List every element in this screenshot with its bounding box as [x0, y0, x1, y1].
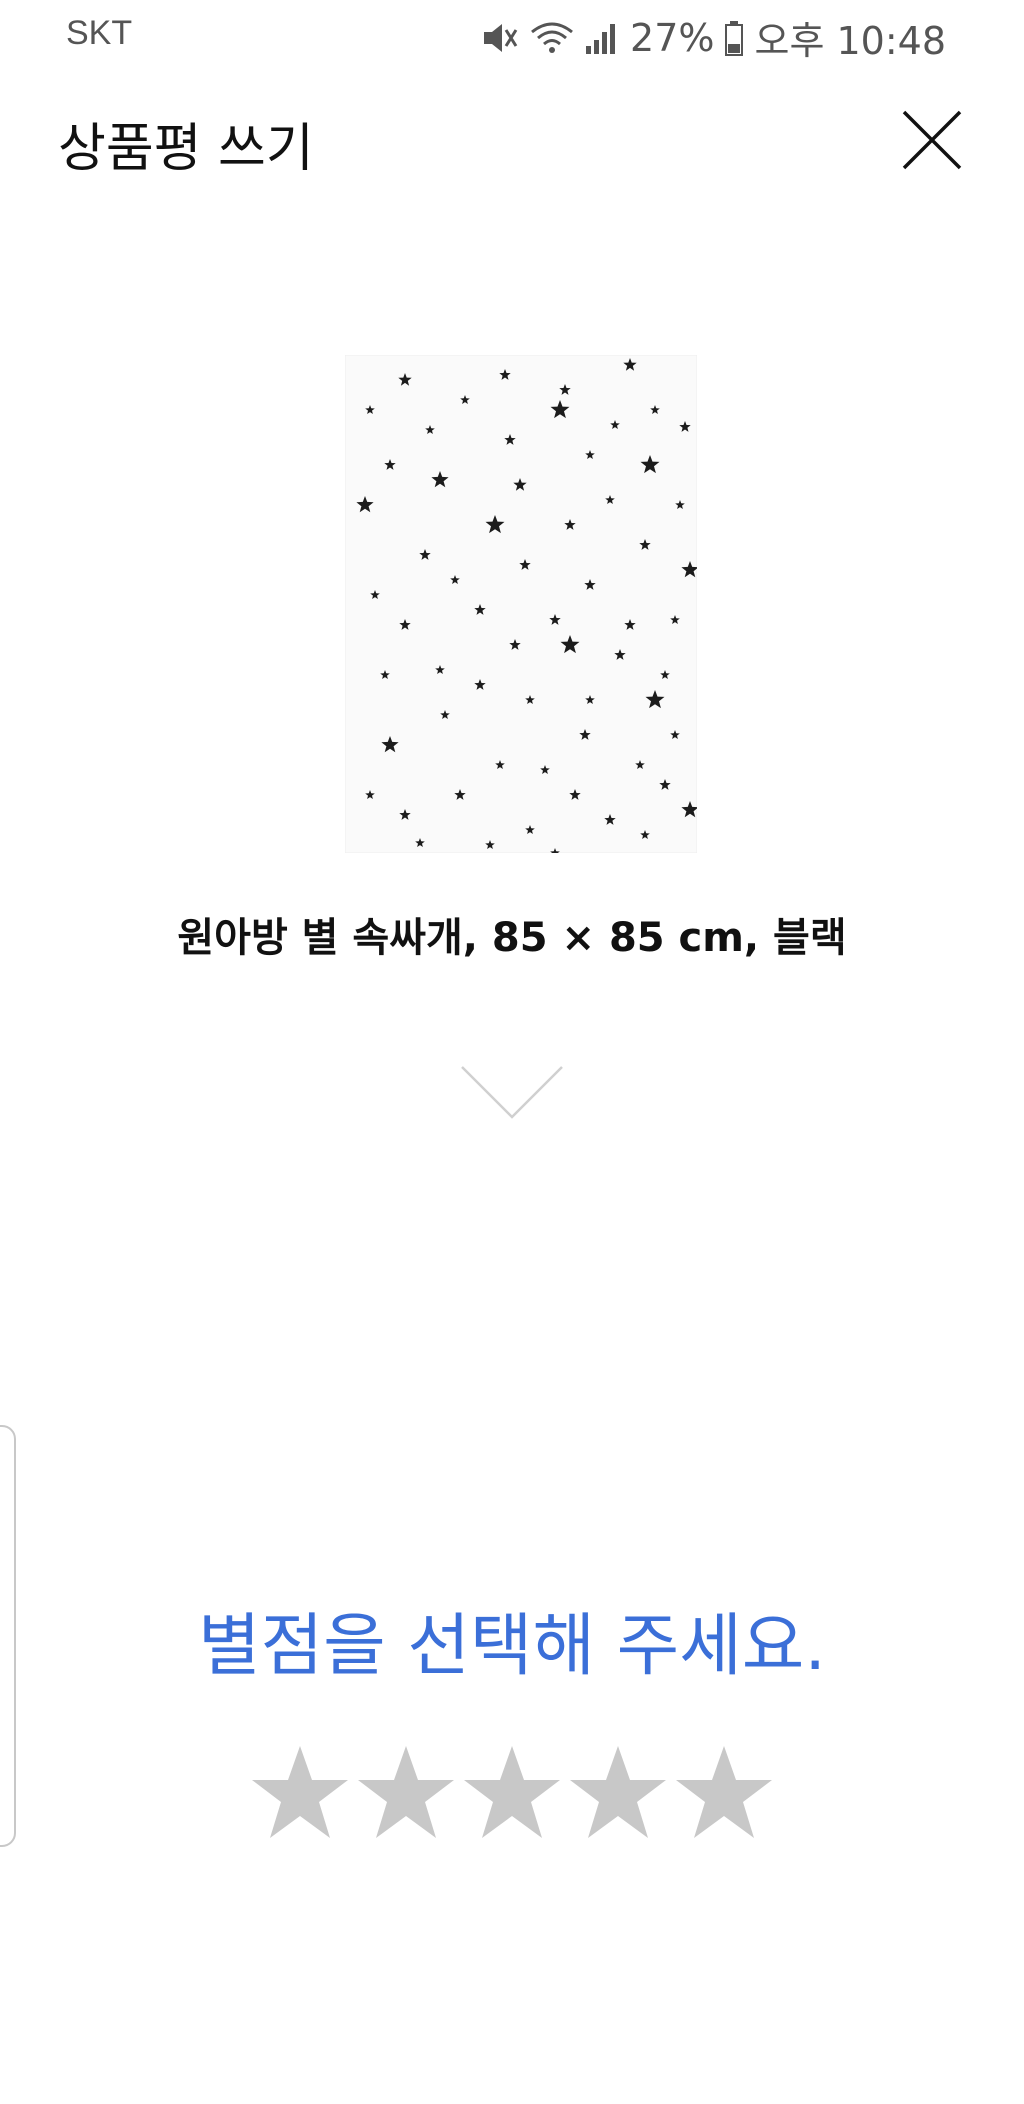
star-rating — [250, 1742, 774, 1842]
product-name: 원아방 별 속싸개, 85 × 85 cm, 블랙 — [177, 915, 847, 961]
rating-prompt: 별점을 선택해 주세요. — [198, 1607, 826, 1686]
star-4-button[interactable] — [568, 1742, 668, 1842]
star-icon — [676, 1746, 772, 1838]
page-title: 상품평 쓰기 — [58, 119, 314, 179]
battery-percent: 27% — [630, 15, 715, 60]
expand-button[interactable] — [460, 1065, 564, 1121]
star-5-button[interactable] — [674, 1742, 774, 1842]
star-icon — [358, 1746, 454, 1838]
signal-icon — [584, 20, 620, 56]
battery-icon — [724, 20, 744, 56]
status-bar: SKT 27% 오후 10:48 — [0, 0, 1024, 70]
product-image — [344, 354, 699, 857]
clock: 오후 10:48 — [754, 19, 946, 63]
star-1-button[interactable] — [250, 1742, 350, 1842]
star-icon — [252, 1746, 348, 1838]
star-3-button[interactable] — [462, 1742, 562, 1842]
close-icon — [902, 110, 962, 170]
wifi-icon — [530, 20, 574, 56]
header: 상품평 쓰기 — [0, 90, 1024, 190]
star-icon — [464, 1746, 560, 1838]
carrier-label: SKT — [66, 14, 133, 52]
close-button[interactable] — [892, 100, 972, 180]
star-2-button[interactable] — [356, 1742, 456, 1842]
star-icon — [570, 1746, 666, 1838]
chevron-down-icon — [461, 1066, 563, 1119]
status-icons: 27% 오후 10:48 — [480, 10, 946, 65]
mute-icon — [480, 20, 520, 56]
